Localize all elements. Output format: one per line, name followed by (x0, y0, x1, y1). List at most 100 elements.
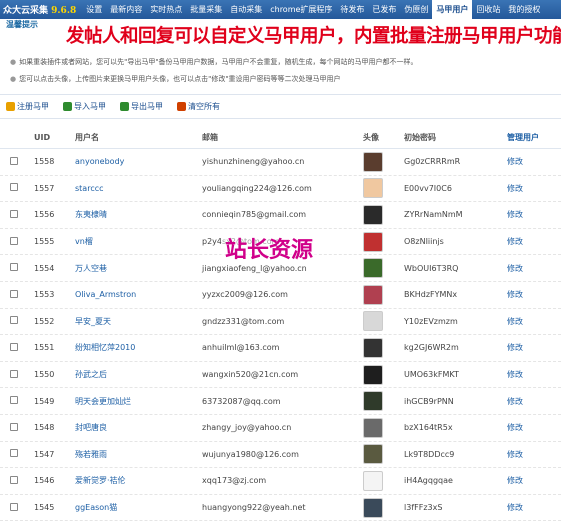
avatar[interactable] (363, 231, 383, 252)
edit-link[interactable]: 修改 (507, 502, 561, 513)
table-header: UID 用户名 邮箱 头像 初始密码 管理用户 (0, 127, 561, 149)
avatar[interactable] (363, 311, 383, 332)
row-checkbox[interactable] (10, 369, 18, 378)
avatar[interactable] (363, 284, 383, 305)
edit-link[interactable]: 修改 (507, 156, 561, 167)
nav-item[interactable]: 自动采集 (226, 0, 266, 19)
cell-username[interactable]: 明天会更加灿烂 (75, 396, 202, 407)
edit-link[interactable]: 修改 (507, 369, 561, 380)
header-manage[interactable]: 管理用户 (507, 132, 561, 143)
nav-item[interactable]: 回收站 (472, 0, 504, 19)
row-checkbox[interactable] (10, 156, 18, 165)
nav-item[interactable]: 马甲用户 (432, 0, 473, 19)
row-checkbox[interactable] (10, 449, 18, 458)
export-vest-button[interactable]: 导出马甲 (120, 101, 163, 112)
avatar[interactable] (363, 151, 383, 172)
nav-item[interactable]: 伪原创 (400, 0, 432, 19)
edit-link[interactable]: 修改 (507, 316, 561, 327)
avatar[interactable] (363, 337, 383, 358)
row-checkbox[interactable] (10, 502, 18, 511)
cell-username[interactable]: 爱新觉罗·袺伦 (75, 475, 202, 486)
row-checkbox[interactable] (10, 396, 18, 405)
cell-username[interactable]: starccc (75, 184, 202, 193)
cell-username[interactable]: vn榴 (75, 236, 202, 247)
row-checkbox[interactable] (10, 263, 18, 272)
vest-user-table: UID 用户名 邮箱 头像 初始密码 管理用户 1558 anyonebody yi… (0, 127, 561, 521)
row-checkbox[interactable] (10, 183, 18, 192)
row-checkbox-cell (0, 236, 34, 247)
avatar[interactable] (363, 497, 383, 518)
header-avatar: 头像 (363, 133, 379, 142)
header-email: 邮箱 (202, 133, 218, 142)
row-checkbox-cell (0, 475, 34, 486)
row-checkbox-cell (0, 183, 34, 193)
nav-item[interactable]: 最新内容 (106, 0, 146, 19)
cell-avatar (363, 470, 404, 491)
avatar[interactable] (363, 178, 383, 199)
nav-item[interactable]: 批量采集 (186, 0, 226, 19)
edit-link[interactable]: 修改 (507, 263, 561, 274)
table-row: 1552 早安_夏天 gndzz331@tom.com Y10zEVzmzm 修改 (0, 309, 561, 336)
edit-link[interactable]: 修改 (507, 342, 561, 353)
edit-link[interactable]: 修改 (507, 236, 561, 247)
cell-username[interactable]: ggEason猫 (75, 502, 202, 513)
row-checkbox-cell (0, 449, 34, 459)
row-checkbox-cell (0, 156, 34, 167)
avatar[interactable] (363, 391, 383, 412)
edit-link[interactable]: 修改 (507, 183, 561, 194)
avatar[interactable] (363, 204, 383, 225)
cell-username[interactable]: 纷知相忆萍2010 (75, 342, 202, 353)
cell-username[interactable]: 封吧唐良 (75, 422, 202, 433)
cell-password: l3fFFz3xS (404, 503, 443, 513)
nav-item[interactable]: chrome扩展程序 (266, 0, 336, 19)
cell-username[interactable]: 东夷棣晴 (75, 209, 202, 220)
nav-item[interactable]: 待发布 (336, 0, 368, 19)
row-checkbox[interactable] (10, 342, 18, 351)
cell-username[interactable]: 殇若雅雨 (75, 449, 202, 460)
row-checkbox[interactable] (10, 289, 18, 298)
cell-email: huangyong922@yeah.net (202, 503, 306, 513)
cell-username[interactable]: 万人空巷 (75, 263, 202, 274)
nav-item[interactable]: 已发布 (368, 0, 400, 19)
edit-link[interactable]: 修改 (507, 475, 561, 486)
nav-item[interactable]: 实时热点 (146, 0, 186, 19)
brand-name: 众大云采集 (3, 6, 49, 16)
nav-item[interactable]: 设置 (82, 0, 106, 19)
header-password: 初始密码 (404, 133, 436, 142)
cell-uid: 1550 (34, 370, 55, 380)
row-checkbox[interactable] (10, 316, 18, 325)
cell-username[interactable]: Oliva_Armstron (75, 290, 202, 299)
divider (0, 94, 561, 95)
avatar[interactable] (363, 470, 383, 491)
header-username: 用户名 (75, 133, 99, 142)
avatar[interactable] (363, 417, 383, 438)
row-checkbox[interactable] (10, 422, 18, 431)
clear-all-button[interactable]: 清空所有 (177, 101, 220, 112)
avatar[interactable] (363, 364, 383, 385)
edit-link[interactable]: 修改 (507, 449, 561, 460)
action-bar: 注册马甲 导入马甲 导出马甲 清空所有 (0, 96, 561, 116)
cell-email: zhangy_joy@yahoo.cn (202, 423, 292, 433)
cell-email: xqq173@zj.com (202, 476, 267, 486)
row-checkbox[interactable] (10, 236, 18, 245)
import-icon (63, 101, 72, 111)
register-vest-label: 注册马甲 (17, 101, 49, 111)
table-row: 1553 Oliva_Armstron yyzxc2009@126.com BKHdz… (0, 282, 561, 309)
edit-link[interactable]: 修改 (507, 209, 561, 220)
avatar[interactable] (363, 444, 383, 465)
import-vest-button[interactable]: 导入马甲 (63, 101, 106, 112)
row-checkbox[interactable] (10, 209, 18, 218)
edit-link[interactable]: 修改 (507, 396, 561, 407)
cell-username[interactable]: anyonebody (75, 157, 202, 166)
cell-username[interactable]: 早安_夏天 (75, 316, 202, 327)
row-checkbox-cell (0, 369, 34, 380)
cell-password: BKHdzFYMNx (404, 290, 458, 300)
cell-uid: 1557 (34, 183, 55, 193)
avatar[interactable] (363, 258, 383, 279)
register-vest-button[interactable]: 注册马甲 (6, 101, 49, 112)
cell-username[interactable]: 孙武之后 (75, 369, 202, 380)
edit-link[interactable]: 修改 (507, 422, 561, 433)
nav-item[interactable]: 我的授权 (504, 0, 544, 19)
row-checkbox[interactable] (10, 475, 18, 484)
edit-link[interactable]: 修改 (507, 289, 561, 300)
